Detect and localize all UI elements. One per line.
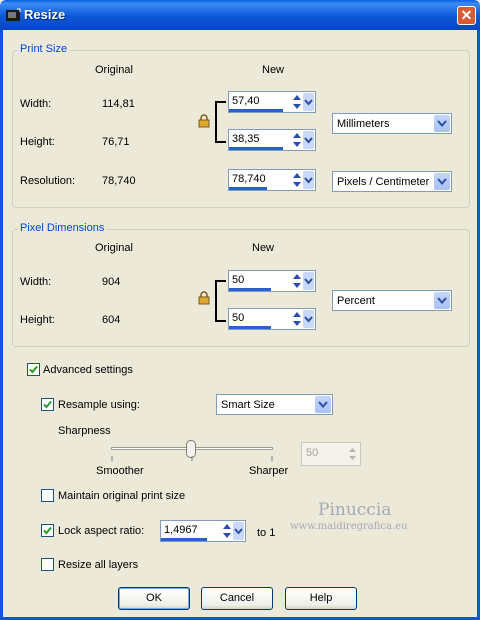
- ok-button[interactable]: OK: [118, 587, 190, 610]
- pixel-width-spinner[interactable]: 50: [228, 270, 316, 292]
- print-width-original: 114,81: [102, 98, 135, 110]
- aspect-suffix: to 1: [257, 527, 276, 539]
- maintain-print-size-checkbox[interactable]: [41, 489, 54, 502]
- chevron-down-icon[interactable]: [434, 115, 450, 132]
- chevron-down-icon[interactable]: [303, 131, 314, 149]
- cancel-button[interactable]: Cancel: [201, 587, 273, 610]
- resolution-original: 78,740: [102, 175, 136, 187]
- pixel-height-label: Height:: [20, 314, 55, 326]
- watermark-name: Pinuccia: [318, 500, 392, 520]
- pixel-width-label: Width:: [20, 276, 52, 288]
- checkmark-icon: [29, 365, 38, 374]
- resolution-label: Resolution:: [20, 175, 76, 187]
- resize-app-icon: [6, 8, 21, 21]
- pixel-new-header: New: [252, 242, 275, 254]
- print-height-label: Height:: [20, 136, 55, 148]
- print-units-value[interactable]: Millimeters: [337, 118, 390, 130]
- resample-method-value[interactable]: Smart Size: [221, 399, 275, 411]
- resize-all-layers-label[interactable]: Resize all layers: [58, 559, 138, 571]
- print-width-spinner[interactable]: 57,40: [228, 91, 316, 113]
- pixel-height-value[interactable]: 50: [232, 312, 244, 324]
- spin-arrows-icon[interactable]: [291, 93, 303, 111]
- pixel-width-original: 904: [102, 276, 121, 288]
- print-height-original: 76,71: [102, 136, 130, 148]
- pixel-original-header: Original: [95, 242, 133, 254]
- resolution-spinner[interactable]: 78,740: [228, 169, 316, 191]
- resample-label[interactable]: Resample using:: [58, 399, 140, 411]
- pixel-units-select[interactable]: Percent: [332, 290, 452, 311]
- chevron-down-icon[interactable]: [434, 292, 450, 309]
- checkmark-icon: [43, 526, 52, 535]
- spin-arrows-icon[interactable]: [221, 522, 233, 540]
- print-height-spinner[interactable]: 38,35: [228, 129, 316, 151]
- link-bracket: [215, 280, 226, 322]
- chevron-down-icon[interactable]: [434, 173, 450, 190]
- print-new-header: New: [262, 64, 285, 76]
- resolution-units-select[interactable]: Pixels / Centimeter: [332, 171, 452, 192]
- lock-aspect-checkbox[interactable]: [41, 524, 54, 537]
- spin-arrows-icon[interactable]: [291, 272, 303, 290]
- sharpness-ticks: [111, 456, 273, 461]
- watermark-url: www.maidiregrafica.eu: [290, 521, 408, 532]
- spin-arrows-icon[interactable]: [291, 171, 303, 189]
- pixel-units-value[interactable]: Percent: [337, 295, 375, 307]
- help-button[interactable]: Help: [285, 587, 357, 610]
- print-size-legend: Print Size: [18, 43, 70, 55]
- pixel-height-original: 604: [102, 314, 121, 326]
- resize-all-layers-checkbox[interactable]: [41, 558, 54, 571]
- sharpness-value-spinner[interactable]: 50: [301, 442, 361, 466]
- print-units-select[interactable]: Millimeters: [332, 113, 452, 134]
- print-width-label: Width:: [20, 98, 52, 110]
- pixel-height-spinner[interactable]: 50: [228, 308, 316, 330]
- aspect-ratio-spinner[interactable]: 1,4967: [160, 520, 246, 542]
- lock-icon[interactable]: [198, 291, 210, 305]
- lock-aspect-label[interactable]: Lock aspect ratio:: [58, 525, 144, 537]
- resample-checkbox[interactable]: [41, 398, 54, 411]
- chevron-down-icon[interactable]: [303, 171, 314, 189]
- advanced-settings-checkbox[interactable]: [27, 363, 40, 376]
- pixel-width-value[interactable]: 50: [232, 274, 244, 286]
- sharper-label: Sharper: [249, 465, 289, 477]
- pixel-dimensions-legend: Pixel Dimensions: [18, 222, 107, 234]
- print-width-value[interactable]: 57,40: [232, 95, 260, 107]
- sharpness-label: Sharpness: [58, 425, 111, 437]
- title-bar[interactable]: [0, 0, 480, 30]
- resolution-units-value[interactable]: Pixels / Centimeter: [337, 176, 429, 188]
- window-title: Resize: [24, 7, 66, 22]
- advanced-settings-label[interactable]: Advanced settings: [43, 364, 133, 376]
- maintain-print-size-label[interactable]: Maintain original print size: [58, 490, 185, 502]
- chevron-down-icon[interactable]: [303, 93, 314, 111]
- chevron-down-icon[interactable]: [315, 396, 331, 413]
- sharpness-value[interactable]: 50: [306, 447, 318, 459]
- smoother-label: Smoother: [96, 465, 144, 477]
- chevron-down-icon[interactable]: [233, 522, 244, 540]
- checkmark-icon: [43, 400, 52, 409]
- spin-arrows-icon[interactable]: [291, 310, 303, 328]
- chevron-down-icon[interactable]: [303, 310, 314, 328]
- print-height-value[interactable]: 38,35: [232, 133, 260, 145]
- aspect-ratio-value[interactable]: 1,4967: [164, 524, 198, 536]
- resolution-value[interactable]: 78,740: [232, 173, 266, 185]
- window-frame-left: [0, 30, 3, 620]
- link-bracket: [215, 101, 226, 143]
- close-button[interactable]: ✕: [457, 6, 476, 25]
- print-original-header: Original: [95, 64, 133, 76]
- chevron-down-icon[interactable]: [303, 272, 314, 290]
- lock-icon[interactable]: [198, 114, 210, 128]
- spin-arrows-icon[interactable]: [347, 445, 358, 463]
- spin-arrows-icon[interactable]: [291, 131, 303, 149]
- resample-method-select[interactable]: Smart Size: [216, 394, 333, 415]
